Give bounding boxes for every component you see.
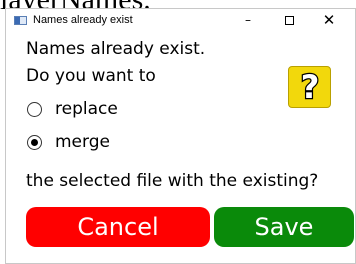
close-icon: ✕: [322, 11, 336, 29]
app-window-icon: [14, 15, 27, 25]
message-line-2: Do you want to: [26, 66, 156, 86]
svg-text:?: ?: [300, 69, 319, 105]
save-button[interactable]: Save: [214, 207, 354, 247]
maximize-button[interactable]: [267, 9, 311, 31]
window-title: Names already exist: [33, 14, 133, 26]
radio-button-merge[interactable]: [27, 134, 42, 150]
minimize-icon: –: [245, 13, 251, 27]
radio-option-replace[interactable]: replace: [27, 99, 118, 119]
radio-selected-dot: [31, 138, 38, 146]
dialog-window: Names already exist – ✕ Names already ex…: [5, 8, 356, 264]
radio-option-merge[interactable]: merge: [27, 132, 110, 152]
close-button[interactable]: ✕: [307, 9, 351, 31]
dialog-content: Names already exist. Do you want to ? re…: [6, 31, 355, 263]
radio-button-replace[interactable]: [27, 101, 42, 117]
minimize-button[interactable]: –: [226, 9, 270, 31]
maximize-icon: [284, 15, 294, 25]
question-mark-icon: ?: [288, 66, 331, 108]
cancel-button[interactable]: Cancel: [26, 207, 210, 247]
radio-label-merge: merge: [55, 132, 110, 152]
message-line-1: Names already exist.: [26, 39, 206, 59]
radio-label-replace: replace: [55, 99, 118, 119]
message-line-3: the selected file with the existing?: [26, 171, 319, 191]
title-bar[interactable]: Names already exist – ✕: [6, 9, 355, 31]
